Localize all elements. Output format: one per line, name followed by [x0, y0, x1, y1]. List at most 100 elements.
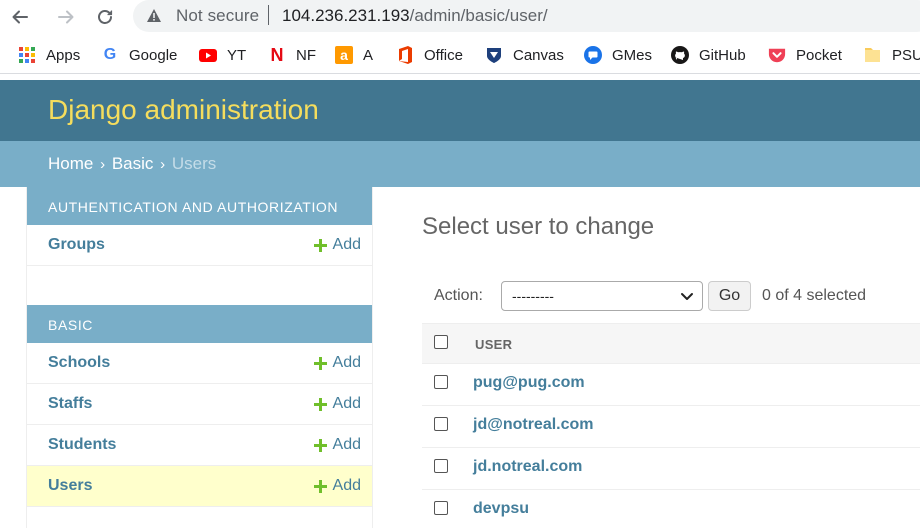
action-label: Action: — [434, 287, 483, 304]
bookmark-github[interactable]: GitHub — [671, 44, 746, 66]
bookmark-label: Pocket — [796, 46, 842, 64]
bookmarks-bar: Apps G Google YT N NF a A Office Canvas … — [0, 36, 920, 74]
bookmark-label: Apps — [46, 46, 81, 64]
model-link-groups[interactable]: Groups — [48, 236, 105, 254]
breadcrumb-current: Users — [171, 154, 217, 173]
add-icon — [313, 479, 327, 493]
action-select-value: --------- — [512, 288, 554, 304]
sidebar-item-schools: Schools Add — [27, 343, 372, 384]
sidebar-item-staffs: Staffs Add — [27, 384, 372, 425]
breadcrumb-trail: Home › Basic › Users — [48, 154, 216, 174]
amazon-icon: a — [335, 46, 353, 64]
module-caption-auth[interactable]: AUTHENTICATION AND AUTHORIZATION — [27, 187, 372, 225]
bookmark-label: A — [363, 46, 374, 64]
selection-counter: 0 of 4 selected — [762, 287, 867, 304]
action-select[interactable]: --------- — [501, 281, 703, 311]
column-header-user[interactable]: USER — [475, 337, 512, 352]
add-icon — [313, 438, 327, 452]
apps-grid-icon — [18, 46, 36, 64]
module-caption-basic[interactable]: BASIC — [27, 305, 372, 343]
row-checkbox[interactable] — [434, 375, 448, 389]
folder-icon — [864, 46, 882, 64]
row-checkbox[interactable] — [434, 459, 448, 473]
add-schools-link[interactable]: Add — [313, 354, 361, 372]
bookmark-apps[interactable]: Apps — [18, 44, 80, 66]
bookmark-canvas[interactable]: Canvas — [485, 44, 564, 66]
breadcrumb-separator: › — [160, 156, 166, 173]
add-staffs-link[interactable]: Add — [313, 395, 361, 413]
add-students-link[interactable]: Add — [313, 436, 361, 454]
add-label: Add — [332, 354, 361, 371]
bookmark-yt[interactable]: YT — [199, 44, 246, 66]
reload-icon — [98, 10, 113, 24]
table-row: jd@notreal.com — [422, 406, 920, 448]
nav-sidebar: AUTHENTICATION AND AUTHORIZATION Groups … — [26, 187, 373, 528]
bookmark-label: Canvas — [513, 46, 564, 64]
google-icon: G — [103, 46, 117, 63]
bookmark-label: Google — [129, 46, 178, 64]
site-brand[interactable]: Django administration — [48, 94, 319, 126]
bookmark-label: GitHub — [699, 46, 746, 64]
bookmark-pocket[interactable]: Pocket — [768, 44, 842, 66]
address-bar[interactable]: Not secure 104.236.231.193/admin/basic/u… — [133, 0, 920, 32]
back-button[interactable] — [7, 4, 33, 30]
bookmark-label: GMes — [612, 46, 653, 64]
add-users-link[interactable]: Add — [313, 477, 361, 495]
bookmark-gmes[interactable]: GMes — [584, 44, 652, 66]
bookmark-office[interactable]: Office — [396, 44, 463, 66]
sidebar-item-groups: Groups Add — [27, 225, 372, 266]
add-label: Add — [332, 436, 361, 453]
bookmark-label: Office — [424, 46, 463, 64]
messages-icon — [584, 46, 602, 64]
user-link[interactable]: jd.notreal.com — [473, 458, 582, 476]
github-icon — [671, 46, 689, 64]
forward-button[interactable] — [53, 4, 79, 30]
bookmark-psu[interactable]: PSU — [864, 44, 920, 66]
add-label: Add — [332, 395, 361, 412]
row-checkbox[interactable] — [434, 501, 448, 515]
pocket-icon — [768, 46, 786, 64]
forward-arrow-icon — [58, 10, 74, 24]
chevron-down-icon — [680, 290, 694, 308]
breadcrumb-separator: › — [100, 156, 106, 173]
add-icon — [313, 238, 327, 252]
back-arrow-icon — [12, 10, 28, 24]
office-icon — [396, 46, 414, 64]
user-link[interactable]: jd@notreal.com — [473, 416, 594, 434]
model-link-users[interactable]: Users — [48, 477, 92, 495]
warning-icon — [146, 8, 162, 28]
user-link[interactable]: devpsu — [473, 500, 529, 518]
add-label: Add — [332, 477, 361, 494]
security-label[interactable]: Not secure — [176, 6, 259, 26]
row-checkbox[interactable] — [434, 417, 448, 431]
add-icon — [313, 356, 327, 370]
table-row: jd.notreal.com — [422, 448, 920, 490]
bookmark-nf[interactable]: N NF — [268, 44, 317, 66]
breadcrumb-basic[interactable]: Basic — [112, 154, 154, 173]
select-all-checkbox[interactable] — [434, 335, 448, 349]
page-title: Select user to change — [422, 213, 655, 240]
go-button[interactable]: Go — [708, 281, 751, 311]
bookmark-a[interactable]: a A — [335, 44, 373, 66]
model-link-staffs[interactable]: Staffs — [48, 395, 92, 413]
actions-bar: Action: --------- Go 0 of 4 selected — [422, 275, 920, 319]
add-icon — [313, 397, 327, 411]
bookmark-label: NF — [296, 46, 316, 64]
site-header: Django administration — [0, 80, 920, 141]
browser-toolbar: Not secure 104.236.231.193/admin/basic/u… — [0, 0, 920, 36]
user-link[interactable]: pug@pug.com — [473, 374, 585, 392]
add-groups-link[interactable]: Add — [313, 236, 361, 254]
url-text[interactable]: 104.236.231.193/admin/basic/user/ — [282, 6, 548, 26]
table-header: USER — [422, 323, 920, 364]
url-host: 104.236.231.193 — [282, 6, 410, 25]
table-row: pug@pug.com — [422, 364, 920, 406]
canvas-icon — [485, 46, 503, 64]
breadcrumb-home[interactable]: Home — [48, 154, 93, 173]
model-link-students[interactable]: Students — [48, 436, 116, 454]
model-link-schools[interactable]: Schools — [48, 354, 110, 372]
sidebar-item-students: Students Add — [27, 425, 372, 466]
reload-button[interactable] — [92, 4, 118, 30]
add-label: Add — [332, 236, 361, 253]
netflix-icon: N — [270, 44, 284, 65]
bookmark-google[interactable]: G Google — [101, 44, 178, 66]
